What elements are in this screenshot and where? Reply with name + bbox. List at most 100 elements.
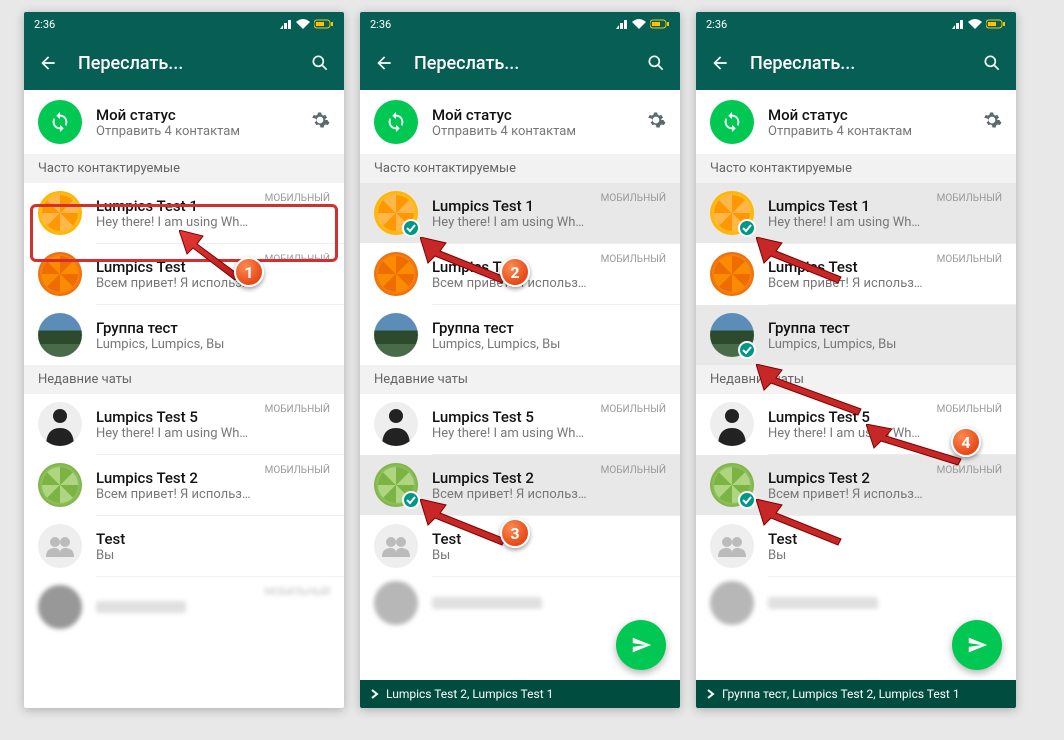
- status-time: 2:36: [706, 18, 727, 31]
- contact-status: Hey there! I am using WhatsApp.: [432, 426, 587, 441]
- contact-row-group-test[interactable]: Группа тест Lumpics, Lumpics, Вы: [360, 305, 680, 365]
- contact-tag: МОБИЛЬНЫЙ: [601, 254, 666, 265]
- selection-summary: Группа тест, Lumpics Test 2, Lumpics Tes…: [722, 687, 960, 701]
- my-status-row[interactable]: Мой статус Отправить 4 контактам: [360, 90, 680, 154]
- contact-name: Lumpics Test: [96, 258, 251, 276]
- avatar: [38, 252, 82, 296]
- send-fab[interactable]: [952, 620, 1002, 670]
- contact-status: Lumpics, Lumpics, Вы: [768, 337, 1002, 352]
- avatar: [710, 463, 754, 507]
- avatar: [710, 524, 754, 568]
- contact-row-group-test[interactable]: Группа тест Lumpics, Lumpics, Вы: [24, 305, 344, 365]
- avatar: [374, 402, 418, 446]
- blurred-row: МОБИЛЬНЫЙ: [24, 577, 344, 637]
- contact-status: Всем привет! Я использую WhatsApp.: [768, 276, 923, 291]
- selected-check-icon: [402, 491, 420, 509]
- selected-check-icon: [738, 341, 756, 359]
- my-status-row[interactable]: Мой статус Отправить 4 контактам: [696, 90, 1016, 154]
- status-icons: [280, 19, 334, 29]
- contact-status: Hey there! I am using WhatsApp.: [96, 426, 251, 441]
- phone-screenshot-1: 2:36 Переслать... Мой статус Отправить 4: [24, 12, 344, 708]
- phone-screenshot-3: 2:36 Переслать... Мой статус Отправить 4…: [696, 12, 1016, 708]
- avatar: [710, 402, 754, 446]
- contact-row-lumpics-test[interactable]: Lumpics Test Всем привет! Я использую Wh…: [24, 244, 344, 304]
- contact-name: Группа тест: [96, 319, 330, 337]
- status-bar: 2:36: [360, 12, 680, 36]
- status-avatar-icon: [710, 100, 754, 144]
- contact-row-lumpics-test-2[interactable]: Lumpics Test 2 Всем привет! Я использую …: [696, 455, 1016, 515]
- section-frequent: Часто контактируемые: [24, 154, 344, 183]
- avatar: [374, 313, 418, 357]
- appbar-title: Переслать...: [750, 53, 962, 74]
- status-bar: 2:36: [696, 12, 1016, 36]
- search-button[interactable]: [308, 51, 332, 75]
- contact-row-lumpics-test-1[interactable]: Lumpics Test 1 Hey there! I am using Wha…: [24, 183, 344, 243]
- contact-tag: МОБИЛЬНЫЙ: [937, 404, 1002, 415]
- status-bar: 2:36: [24, 12, 344, 36]
- send-fab[interactable]: [616, 620, 666, 670]
- contact-row-lumpics-test-5[interactable]: Lumpics Test 5 Hey there! I am using Wha…: [696, 394, 1016, 454]
- status-title: Мой статус: [768, 106, 968, 124]
- selected-check-icon: [402, 219, 420, 237]
- contact-name: Test: [432, 530, 666, 548]
- contact-tag: МОБИЛЬНЫЙ: [265, 193, 330, 204]
- contact-row-lumpics-test-1[interactable]: Lumpics Test 1 Hey there! I am using Wha…: [360, 183, 680, 243]
- contact-tag: МОБИЛЬНЫЙ: [601, 404, 666, 415]
- avatar: [374, 252, 418, 296]
- contact-name: Lumpics Test 1: [432, 197, 587, 215]
- status-subtitle: Отправить 4 контактам: [432, 124, 632, 139]
- avatar: [38, 463, 82, 507]
- contact-status: Всем привет! Я использую WhatsApp.: [768, 487, 923, 502]
- contact-name: Группа тест: [768, 319, 1002, 337]
- avatar: [38, 524, 82, 568]
- contact-name: Lumpics Test 5: [96, 408, 251, 426]
- contact-row-test[interactable]: Test Вы: [24, 516, 344, 576]
- contact-name: Lumpics Test 2: [432, 469, 587, 487]
- status-subtitle: Отправить 4 контактам: [768, 124, 968, 139]
- contact-row-lumpics-test[interactable]: Lumpics Test Всем привет! Я использую Wh…: [696, 244, 1016, 304]
- contact-row-test[interactable]: Test Вы: [696, 516, 1016, 576]
- contact-row-lumpics-test-5[interactable]: Lumpics Test 5 Hey there! I am using Wha…: [360, 394, 680, 454]
- contact-name: Lumpics Test 5: [432, 408, 587, 426]
- contact-row-lumpics-test-1[interactable]: Lumpics Test 1 Hey there! I am using Wha…: [696, 183, 1016, 243]
- contact-row-lumpics-test-2[interactable]: Lumpics Test 2 Всем привет! Я использую …: [24, 455, 344, 515]
- search-button[interactable]: [644, 51, 668, 75]
- contact-row-lumpics-test[interactable]: Lumpics Test Всем привет! Я использую Wh…: [360, 244, 680, 304]
- avatar: [710, 313, 754, 357]
- status-settings-button[interactable]: [310, 110, 330, 134]
- contact-name: Lumpics Test: [432, 258, 587, 276]
- contact-status: Hey there! I am using WhatsApp.: [768, 215, 923, 230]
- contact-row-lumpics-test-5[interactable]: Lumpics Test 5 Hey there! I am using Wha…: [24, 394, 344, 454]
- status-settings-button[interactable]: [982, 110, 1002, 134]
- contact-name: Lumpics Test 2: [768, 469, 923, 487]
- my-status-row[interactable]: Мой статус Отправить 4 контактам: [24, 90, 344, 154]
- contact-row-group-test[interactable]: Группа тест Lumpics, Lumpics, Вы: [696, 305, 1016, 365]
- back-button[interactable]: [36, 51, 60, 75]
- contact-tag: МОБИЛЬНЫЙ: [601, 465, 666, 476]
- contact-status: Всем привет! Я использую WhatsApp.: [432, 276, 587, 291]
- app-bar: Переслать...: [696, 36, 1016, 90]
- back-button[interactable]: [708, 51, 732, 75]
- avatar: [374, 191, 418, 235]
- contact-status: Вы: [432, 548, 666, 563]
- contact-row-lumpics-test-2[interactable]: Lumpics Test 2 Всем привет! Я использую …: [360, 455, 680, 515]
- selection-summary: Lumpics Test 2, Lumpics Test 1: [386, 687, 553, 701]
- contact-name: Test: [768, 530, 1002, 548]
- contact-status: Вы: [768, 548, 1002, 563]
- contact-row-test[interactable]: Test Вы: [360, 516, 680, 576]
- avatar: [374, 524, 418, 568]
- section-frequent: Часто контактируемые: [696, 154, 1016, 183]
- contact-status: Hey there! I am using WhatsApp.: [96, 215, 251, 230]
- status-settings-button[interactable]: [646, 110, 666, 134]
- section-recent: Недавние чаты: [360, 365, 680, 394]
- contact-status: Всем привет! Я использую WhatsApp.: [96, 276, 251, 291]
- contact-tag: МОБИЛЬНЫЙ: [937, 254, 1002, 265]
- status-icons: [616, 19, 670, 29]
- app-bar: Переслать...: [360, 36, 680, 90]
- back-button[interactable]: [372, 51, 396, 75]
- search-button[interactable]: [980, 51, 1004, 75]
- contact-tag: МОБИЛЬНЫЙ: [265, 465, 330, 476]
- contact-status: Lumpics, Lumpics, Вы: [432, 337, 666, 352]
- contact-name: Lumpics Test: [768, 258, 923, 276]
- avatar: [38, 313, 82, 357]
